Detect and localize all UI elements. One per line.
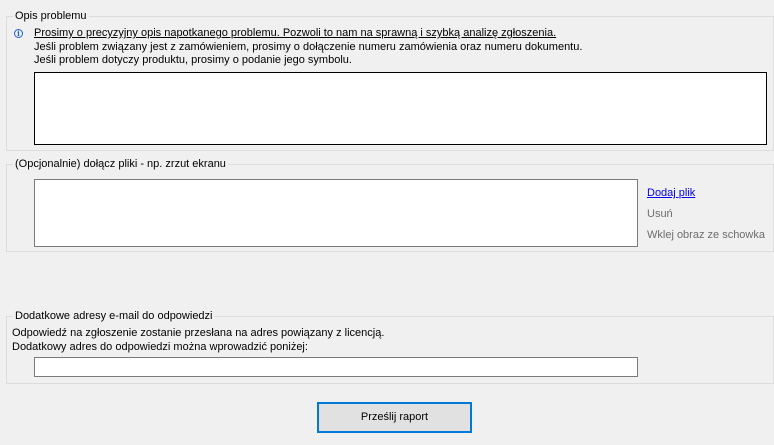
email-info-line2: Dodatkowy adres do odpowiedzi można wpro… <box>12 341 308 353</box>
attachments-title: (Opcjonalnie) dołącz pliki - np. zrzut e… <box>13 158 228 171</box>
remove-file-link[interactable]: Usuń <box>647 208 673 221</box>
add-file-link[interactable]: Dodaj plik <box>647 187 695 200</box>
email-group-title: Dodatkowe adresy e-mail do odpowiedzi <box>13 310 215 323</box>
submit-report-button[interactable]: Prześlij raport <box>317 402 472 433</box>
report-form: Opis problemu i Prosimy o precyzyjny opi… <box>0 0 774 445</box>
attachments-list[interactable] <box>34 179 638 247</box>
info-icon: i <box>14 29 23 38</box>
info-text-order: Jeśli problem związany jest z zamówienie… <box>34 41 583 53</box>
info-text-underlined: Prosimy o precyzyjny opis napotkanego pr… <box>34 27 557 39</box>
problem-description-title: Opis problemu <box>13 10 89 23</box>
problem-description-textarea[interactable] <box>34 72 767 145</box>
paste-image-link[interactable]: Wklej obraz ze schowka <box>647 229 765 242</box>
info-text-product: Jeśli problem dotyczy produktu, prosimy … <box>34 54 352 66</box>
email-info-line1: Odpowiedź na zgłoszenie zostanie przesła… <box>12 327 385 339</box>
additional-email-input[interactable] <box>34 357 638 377</box>
